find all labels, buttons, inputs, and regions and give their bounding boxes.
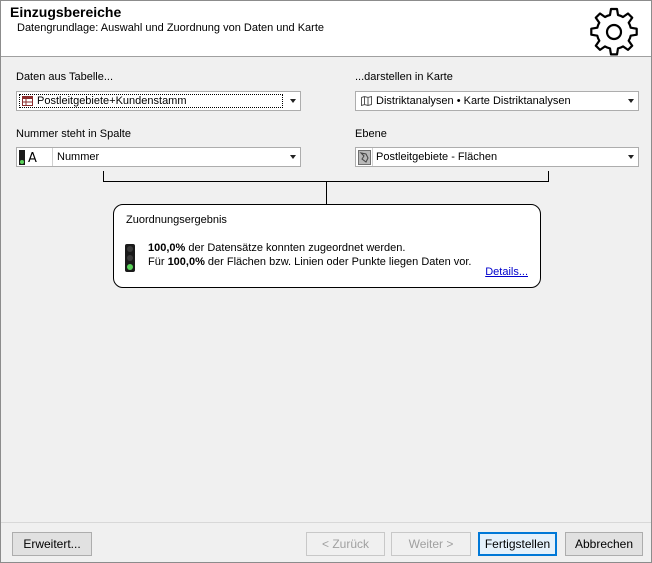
chevron-down-icon[interactable] <box>290 99 296 103</box>
mapping-result-panel: Zuordnungsergebnis 100,0% der Datensätze… <box>113 204 541 288</box>
layer-separator <box>372 148 373 166</box>
result-title: Zuordnungsergebnis <box>126 214 227 226</box>
back-button[interactable]: < Zurück <box>306 532 385 556</box>
areas-text: der Flächen bzw. Linien oder Punkte lieg… <box>204 256 472 268</box>
wizard-window: Einzugsbereiche Datengrundlage: Auswahl … <box>0 0 652 563</box>
area-layer-icon <box>358 150 371 165</box>
layer-label: Ebene <box>355 128 387 140</box>
areas-prefix: Für <box>148 256 168 268</box>
result-line-areas: Für 100,0% der Flächen bzw. Linien oder … <box>148 256 472 268</box>
traffic-light-yellow <box>127 255 133 261</box>
traffic-light-green <box>127 264 133 270</box>
records-text: der Datensätze konnten zugeordnet werden… <box>185 242 406 254</box>
wizard-header: Einzugsbereiche Datengrundlage: Auswahl … <box>1 1 651 57</box>
chevron-down-icon[interactable] <box>628 99 634 103</box>
table-select-value: Postleitgebiete+Kundenstamm <box>37 95 187 107</box>
chevron-down-icon[interactable] <box>628 155 634 159</box>
map-select-value: Distriktanalysen • Karte Distriktanalyse… <box>376 95 571 107</box>
text-column-icon: A <box>19 150 37 165</box>
result-line-records: 100,0% der Datensätze konnten zugeordnet… <box>148 242 405 254</box>
table-label: Daten aus Tabelle... <box>16 71 114 83</box>
map-select[interactable]: Distriktanalysen • Karte Distriktanalyse… <box>355 91 639 111</box>
column-select-value: Nummer <box>57 151 100 163</box>
traffic-light-icon <box>125 244 135 272</box>
gear-icon <box>590 7 638 56</box>
page-subtitle: Datengrundlage: Auswahl und Zuordnung vo… <box>17 22 324 34</box>
mapping-connector <box>326 182 327 204</box>
mapping-bracket <box>103 171 549 182</box>
details-link[interactable]: Details... <box>485 266 528 278</box>
footer-divider <box>1 522 651 523</box>
next-button[interactable]: Weiter > <box>391 532 471 556</box>
layer-select-value: Postleitgebiete - Flächen <box>376 151 498 163</box>
column-separator <box>52 148 53 166</box>
map-label: ...darstellen in Karte <box>355 71 453 83</box>
finish-button[interactable]: Fertigstellen <box>478 532 557 556</box>
advanced-button[interactable]: Erweitert... <box>12 532 92 556</box>
areas-percent: 100,0% <box>167 256 205 268</box>
layer-select[interactable]: Postleitgebiete - Flächen <box>355 147 639 167</box>
svg-text:A: A <box>28 151 37 165</box>
column-label: Nummer steht in Spalte <box>16 128 131 140</box>
records-percent: 100,0% <box>148 242 186 254</box>
map-icon <box>361 96 372 106</box>
column-select[interactable]: A Nummer <box>16 147 301 167</box>
cancel-button[interactable]: Abbrechen <box>565 532 643 556</box>
table-select[interactable]: Postleitgebiete+Kundenstamm <box>16 91 301 111</box>
chevron-down-icon[interactable] <box>290 155 296 159</box>
traffic-light-red <box>127 246 133 252</box>
page-title: Einzugsbereiche <box>10 4 122 20</box>
